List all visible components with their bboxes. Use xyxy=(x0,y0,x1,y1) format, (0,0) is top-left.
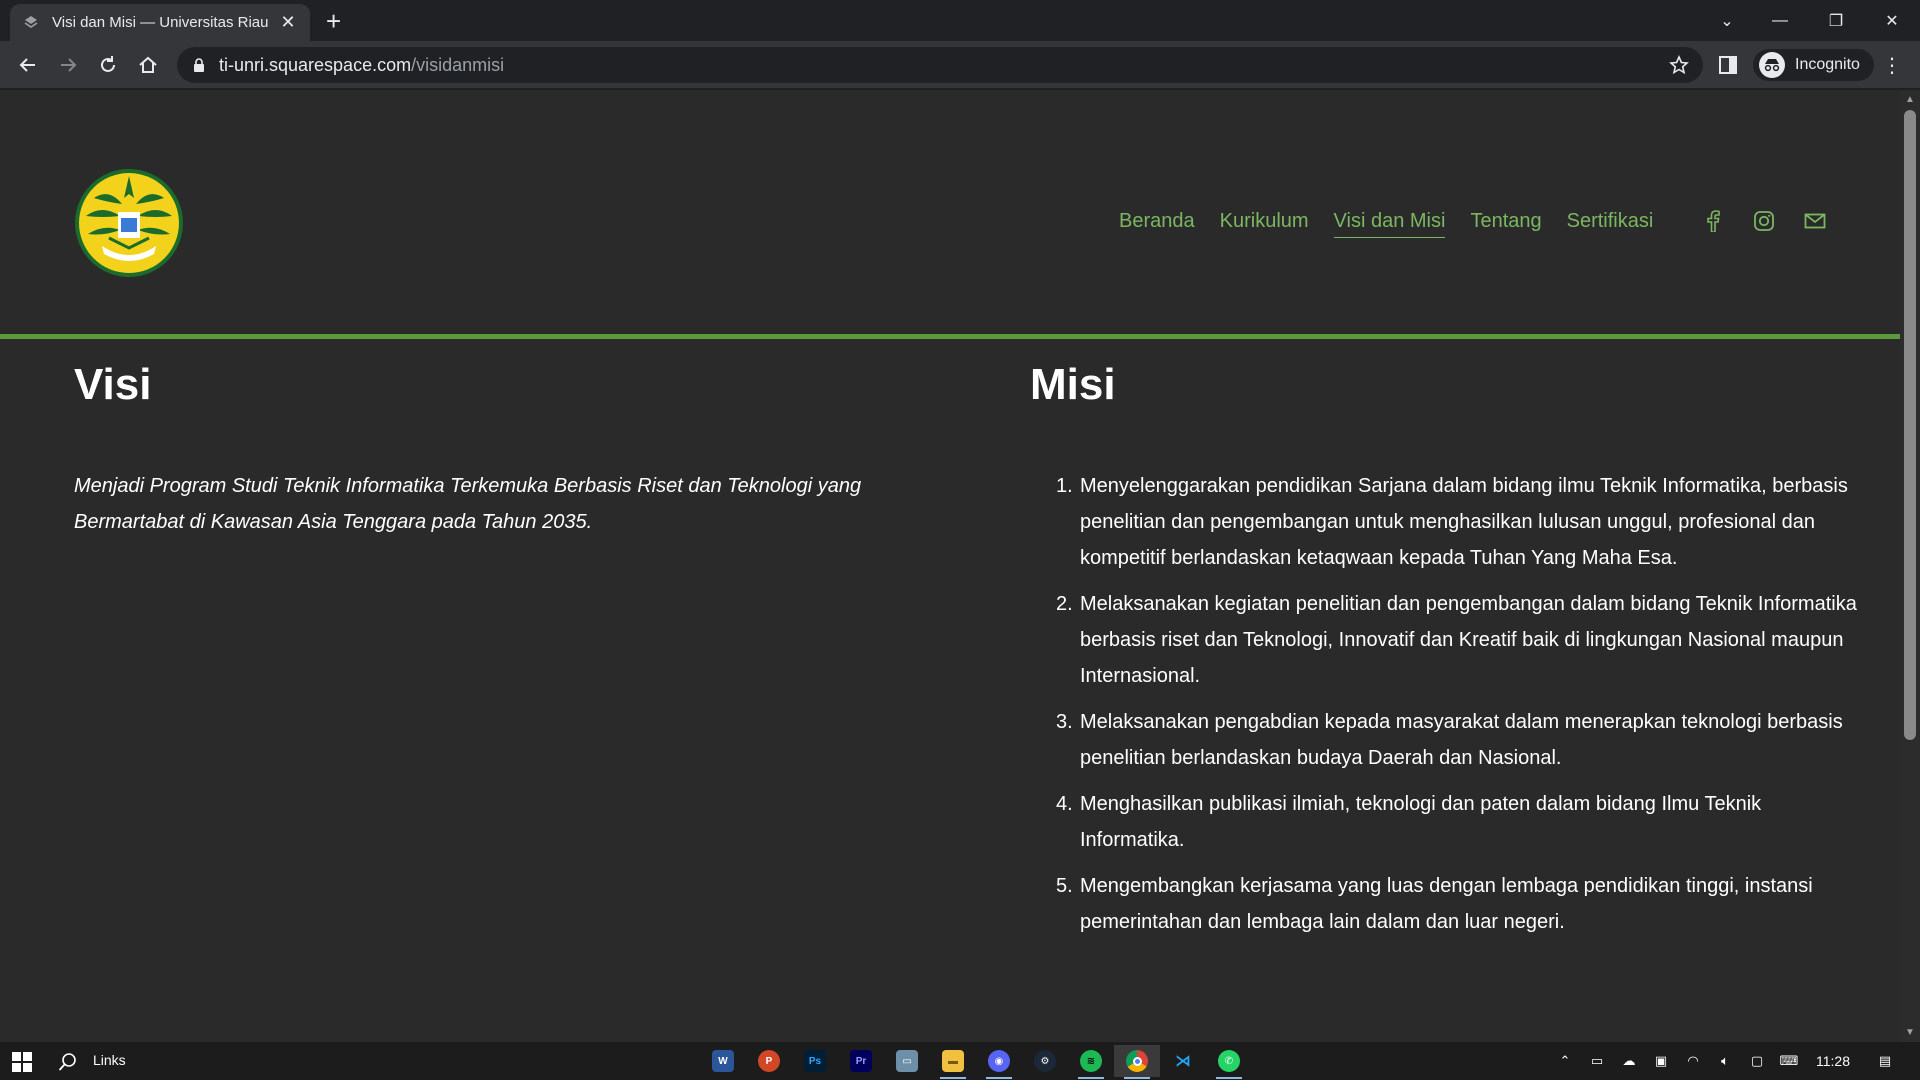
misi-list: 1. Menyelenggarakan pendidikan Sarjana da… xyxy=(1030,468,1860,940)
misi-heading: Misi xyxy=(1030,360,1116,409)
list-item-text: Menghasilkan publikasi ilmiah, teknologi… xyxy=(1080,793,1762,851)
network-monitor-icon[interactable]: ▣ xyxy=(1652,1052,1670,1070)
site-header: Beranda Kurikulum Visi dan Misi Tentang … xyxy=(0,90,1900,338)
back-button[interactable] xyxy=(14,51,42,79)
profile-label: Incognito xyxy=(1795,56,1860,73)
visi-text: Menjadi Program Studi Teknik Informatika… xyxy=(74,475,862,533)
scroll-down-icon[interactable]: ▼ xyxy=(1905,1027,1915,1038)
taskbar-search-icon[interactable] xyxy=(58,1052,78,1072)
home-icon xyxy=(139,56,157,73)
windows-start-icon[interactable] xyxy=(12,1052,32,1072)
nav-tentang[interactable]: Tentang xyxy=(1470,210,1541,238)
bookmark-star-icon[interactable] xyxy=(1669,55,1689,75)
browser-menu-icon[interactable]: ⋮ xyxy=(1882,53,1902,78)
visi-section: Visi Menjadi Program Studi Teknik Inform… xyxy=(74,360,894,540)
system-tray: ⌃ ▭ ☁ ▣ ◠ 🔈︎ ▢ ⌨ 11:28 ▤ xyxy=(1556,1042,1894,1080)
list-item-text: Menyelenggarakan pendidikan Sarjana dala… xyxy=(1080,475,1848,569)
close-window-button[interactable]: ✕ xyxy=(1864,0,1920,41)
universitas-riau-logo[interactable] xyxy=(74,168,184,278)
url-host: ti-unri.squarespace.com xyxy=(219,54,412,75)
powerpoint-icon[interactable]: P xyxy=(746,1045,792,1077)
header-divider xyxy=(0,334,1900,339)
address-bar[interactable]: ti-unri.squarespace.com/visidanmisi xyxy=(177,47,1703,83)
page-viewport: Beranda Kurikulum Visi dan Misi Tentang … xyxy=(0,90,1920,1042)
volume-icon[interactable]: 🔈︎ xyxy=(1716,1052,1734,1070)
list-item: 2. Melaksanakan kegiatan penelitian dan p… xyxy=(1030,586,1860,694)
scroll-up-icon[interactable]: ▲ xyxy=(1905,94,1915,105)
facebook-icon[interactable] xyxy=(1700,208,1726,234)
wifi-icon[interactable]: ◠ xyxy=(1684,1052,1702,1070)
keyboard-icon[interactable]: ⌨ xyxy=(1780,1052,1799,1070)
nav-kurikulum[interactable]: Kurikulum xyxy=(1220,210,1309,238)
tab-search-icon[interactable]: ⌄ xyxy=(1702,0,1752,41)
list-item-number: 3. xyxy=(1056,711,1073,733)
reload-icon xyxy=(101,56,115,72)
taskbar-clock[interactable]: 11:28 xyxy=(1816,1053,1850,1069)
list-item-number: 1. xyxy=(1056,475,1073,497)
side-panel-icon[interactable] xyxy=(1718,55,1738,75)
main-nav: Beranda Kurikulum Visi dan Misi Tentang … xyxy=(1119,210,1678,238)
steam-icon[interactable]: ⚙ xyxy=(1022,1045,1068,1077)
taskbar-apps: W P Ps Pr ▭ ▬ ◉ ⚙ ≋ ⋊ ✆ xyxy=(700,1045,1252,1079)
minimize-button[interactable]: — xyxy=(1752,0,1808,41)
premiere-icon[interactable]: Pr xyxy=(838,1045,884,1077)
list-item-number: 2. xyxy=(1056,593,1073,615)
incognito-icon xyxy=(1759,52,1785,78)
onedrive-icon[interactable]: ☁ xyxy=(1620,1052,1638,1070)
notification-icon[interactable]: ▤ xyxy=(1876,1052,1894,1070)
list-item-text: Mengembangkan kerjasama yang luas dengan… xyxy=(1080,875,1813,933)
window-controls: ⌄ — ❐ ✕ xyxy=(1702,0,1920,41)
incognito-profile-button[interactable]: Incognito xyxy=(1753,49,1874,81)
email-icon[interactable] xyxy=(1802,208,1828,234)
whatsapp-icon[interactable]: ✆ xyxy=(1206,1045,1252,1079)
nav-visi-dan-misi[interactable]: Visi dan Misi xyxy=(1333,210,1446,238)
battery-icon[interactable]: ▭ xyxy=(1588,1052,1606,1070)
list-item: 5. Mengembangkan kerjasama yang luas deng… xyxy=(1030,868,1860,940)
chevron-up-icon[interactable]: ⌃ xyxy=(1556,1052,1574,1070)
display-icon[interactable]: ▢ xyxy=(1748,1052,1766,1070)
list-item: 3. Melaksanakan pengabdian kepada masyara… xyxy=(1030,704,1860,776)
restore-button[interactable]: ❐ xyxy=(1808,0,1864,41)
new-tab-button[interactable]: + xyxy=(326,8,341,34)
instagram-icon[interactable] xyxy=(1751,208,1777,234)
forward-arrow-icon xyxy=(61,58,77,72)
remote-desktop-icon[interactable]: ▭ xyxy=(884,1045,930,1077)
lock-icon[interactable] xyxy=(193,58,205,72)
taskbar-search-label[interactable]: Links xyxy=(93,1052,126,1068)
list-item-number: 4. xyxy=(1056,793,1073,815)
list-item: 4. Menghasilkan publikasi ilmiah, teknolo… xyxy=(1030,786,1860,858)
reload-button[interactable] xyxy=(94,51,122,79)
list-item: 1. Menyelenggarakan pendidikan Sarjana da… xyxy=(1030,468,1860,576)
tab-title: Visi dan Misi — Universitas Riau xyxy=(52,14,269,31)
photoshop-icon[interactable]: Ps xyxy=(792,1045,838,1077)
squarespace-favicon-icon xyxy=(24,15,38,28)
back-arrow-icon xyxy=(19,58,35,72)
url-path: /visidanmisi xyxy=(411,54,505,75)
social-links xyxy=(1700,208,1828,234)
windows-taskbar: Links W P Ps Pr ▭ ▬ ◉ ⚙ ≋ ⋊ ✆ ⌃ ▭ ☁ ▣ ◠ … xyxy=(0,1042,1920,1080)
misi-section: Misi 1. Menyelenggarakan pendidikan Sarja… xyxy=(1030,360,1860,950)
chrome-icon[interactable] xyxy=(1114,1045,1160,1079)
forward-button[interactable] xyxy=(54,51,82,79)
scrollbar-thumb[interactable] xyxy=(1904,110,1916,740)
vscode-icon[interactable]: ⋊ xyxy=(1160,1045,1206,1077)
list-item-number: 5. xyxy=(1056,875,1073,897)
nav-sertifikasi[interactable]: Sertifikasi xyxy=(1567,210,1654,238)
page-scrollbar[interactable]: ▲ ▼ xyxy=(1900,90,1920,1042)
list-item-text: Melaksanakan kegiatan penelitian dan pen… xyxy=(1080,593,1857,687)
list-item-text: Melaksanakan pengabdian kepada masyaraka… xyxy=(1080,711,1843,769)
home-button[interactable] xyxy=(134,51,162,79)
file-explorer-icon[interactable]: ▬ xyxy=(930,1045,976,1079)
visi-heading: Visi xyxy=(74,360,152,409)
spotify-icon[interactable]: ≋ xyxy=(1068,1045,1114,1079)
discord-icon[interactable]: ◉ xyxy=(976,1045,1022,1079)
browser-tabstrip: Visi dan Misi — Universitas Riau ✕ + ⌄ —… xyxy=(0,0,1920,41)
nav-beranda[interactable]: Beranda xyxy=(1119,210,1195,238)
browser-toolbar: ti-unri.squarespace.com/visidanmisi Inco… xyxy=(0,41,1920,89)
tab-close-icon[interactable]: ✕ xyxy=(278,12,298,33)
word-icon[interactable]: W xyxy=(700,1045,746,1077)
browser-tab[interactable]: Visi dan Misi — Universitas Riau ✕ xyxy=(10,4,310,41)
